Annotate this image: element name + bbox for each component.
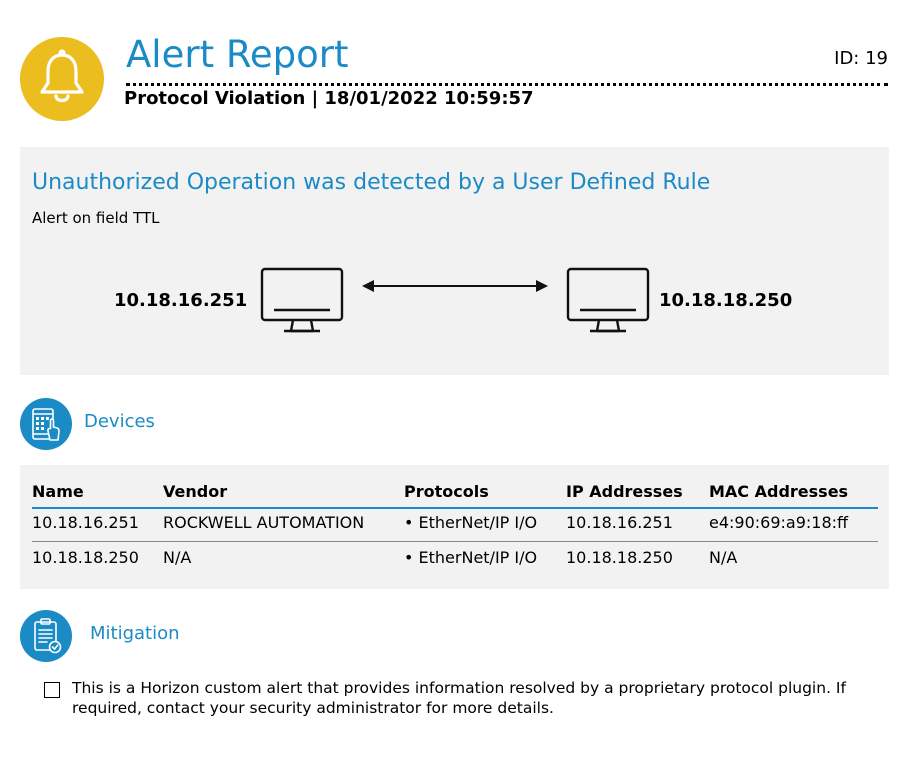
monitor-icon <box>260 267 344 333</box>
tablet-touch-icon <box>32 408 60 441</box>
mitigation-checkbox[interactable] <box>44 682 60 698</box>
table-row-divider <box>32 541 878 542</box>
table-cell-ip-addresses: 10.18.16.251 <box>566 513 673 532</box>
bell-icon <box>40 49 84 103</box>
table-cell-protocols: • EtherNet/IP I/O <box>404 548 538 567</box>
table-cell-name: 10.18.16.251 <box>32 513 139 532</box>
column-header-mac-addresses: MAC Addresses <box>709 482 849 501</box>
mitigation-text: This is a Horizon custom alert that prov… <box>72 679 846 717</box>
alert-bell-badge <box>20 37 104 121</box>
table-cell-vendor: ROCKWELL AUTOMATION <box>163 513 365 532</box>
devices-section-title: Devices <box>84 411 155 432</box>
alert-subtitle: Protocol Violation | 18/01/2022 10:59:57 <box>124 88 534 109</box>
destination-ip: 10.18.18.250 <box>659 290 793 311</box>
page-title: Alert Report <box>126 33 349 76</box>
table-header-divider <box>32 507 878 509</box>
alert-headline: Unauthorized Operation was detected by a… <box>32 170 711 195</box>
table-cell-protocols: • EtherNet/IP I/O <box>404 513 538 532</box>
table-cell-name: 10.18.18.250 <box>32 548 139 567</box>
column-header-ip-addresses: IP Addresses <box>566 482 683 501</box>
devices-section-badge <box>20 398 72 450</box>
column-header-vendor: Vendor <box>163 482 228 501</box>
title-divider <box>126 83 888 86</box>
source-ip: 10.18.16.251 <box>114 290 248 311</box>
mitigation-section-title: Mitigation <box>90 623 180 644</box>
table-cell-mac-addresses: e4:90:69:a9:18:ff <box>709 513 849 532</box>
clipboard-check-icon <box>34 618 62 654</box>
column-header-protocols: Protocols <box>404 482 489 501</box>
alert-id: ID: 19 <box>834 48 888 69</box>
column-header-name: Name <box>32 482 84 501</box>
mitigation-section-badge <box>20 610 72 662</box>
monitor-icon <box>566 267 650 333</box>
table-cell-mac-addresses: N/A <box>709 548 738 567</box>
double-arrow-icon <box>362 280 548 292</box>
alert-description: Alert on field TTL <box>32 209 160 227</box>
table-cell-vendor: N/A <box>163 548 192 567</box>
table-cell-ip-addresses: 10.18.18.250 <box>566 548 673 567</box>
